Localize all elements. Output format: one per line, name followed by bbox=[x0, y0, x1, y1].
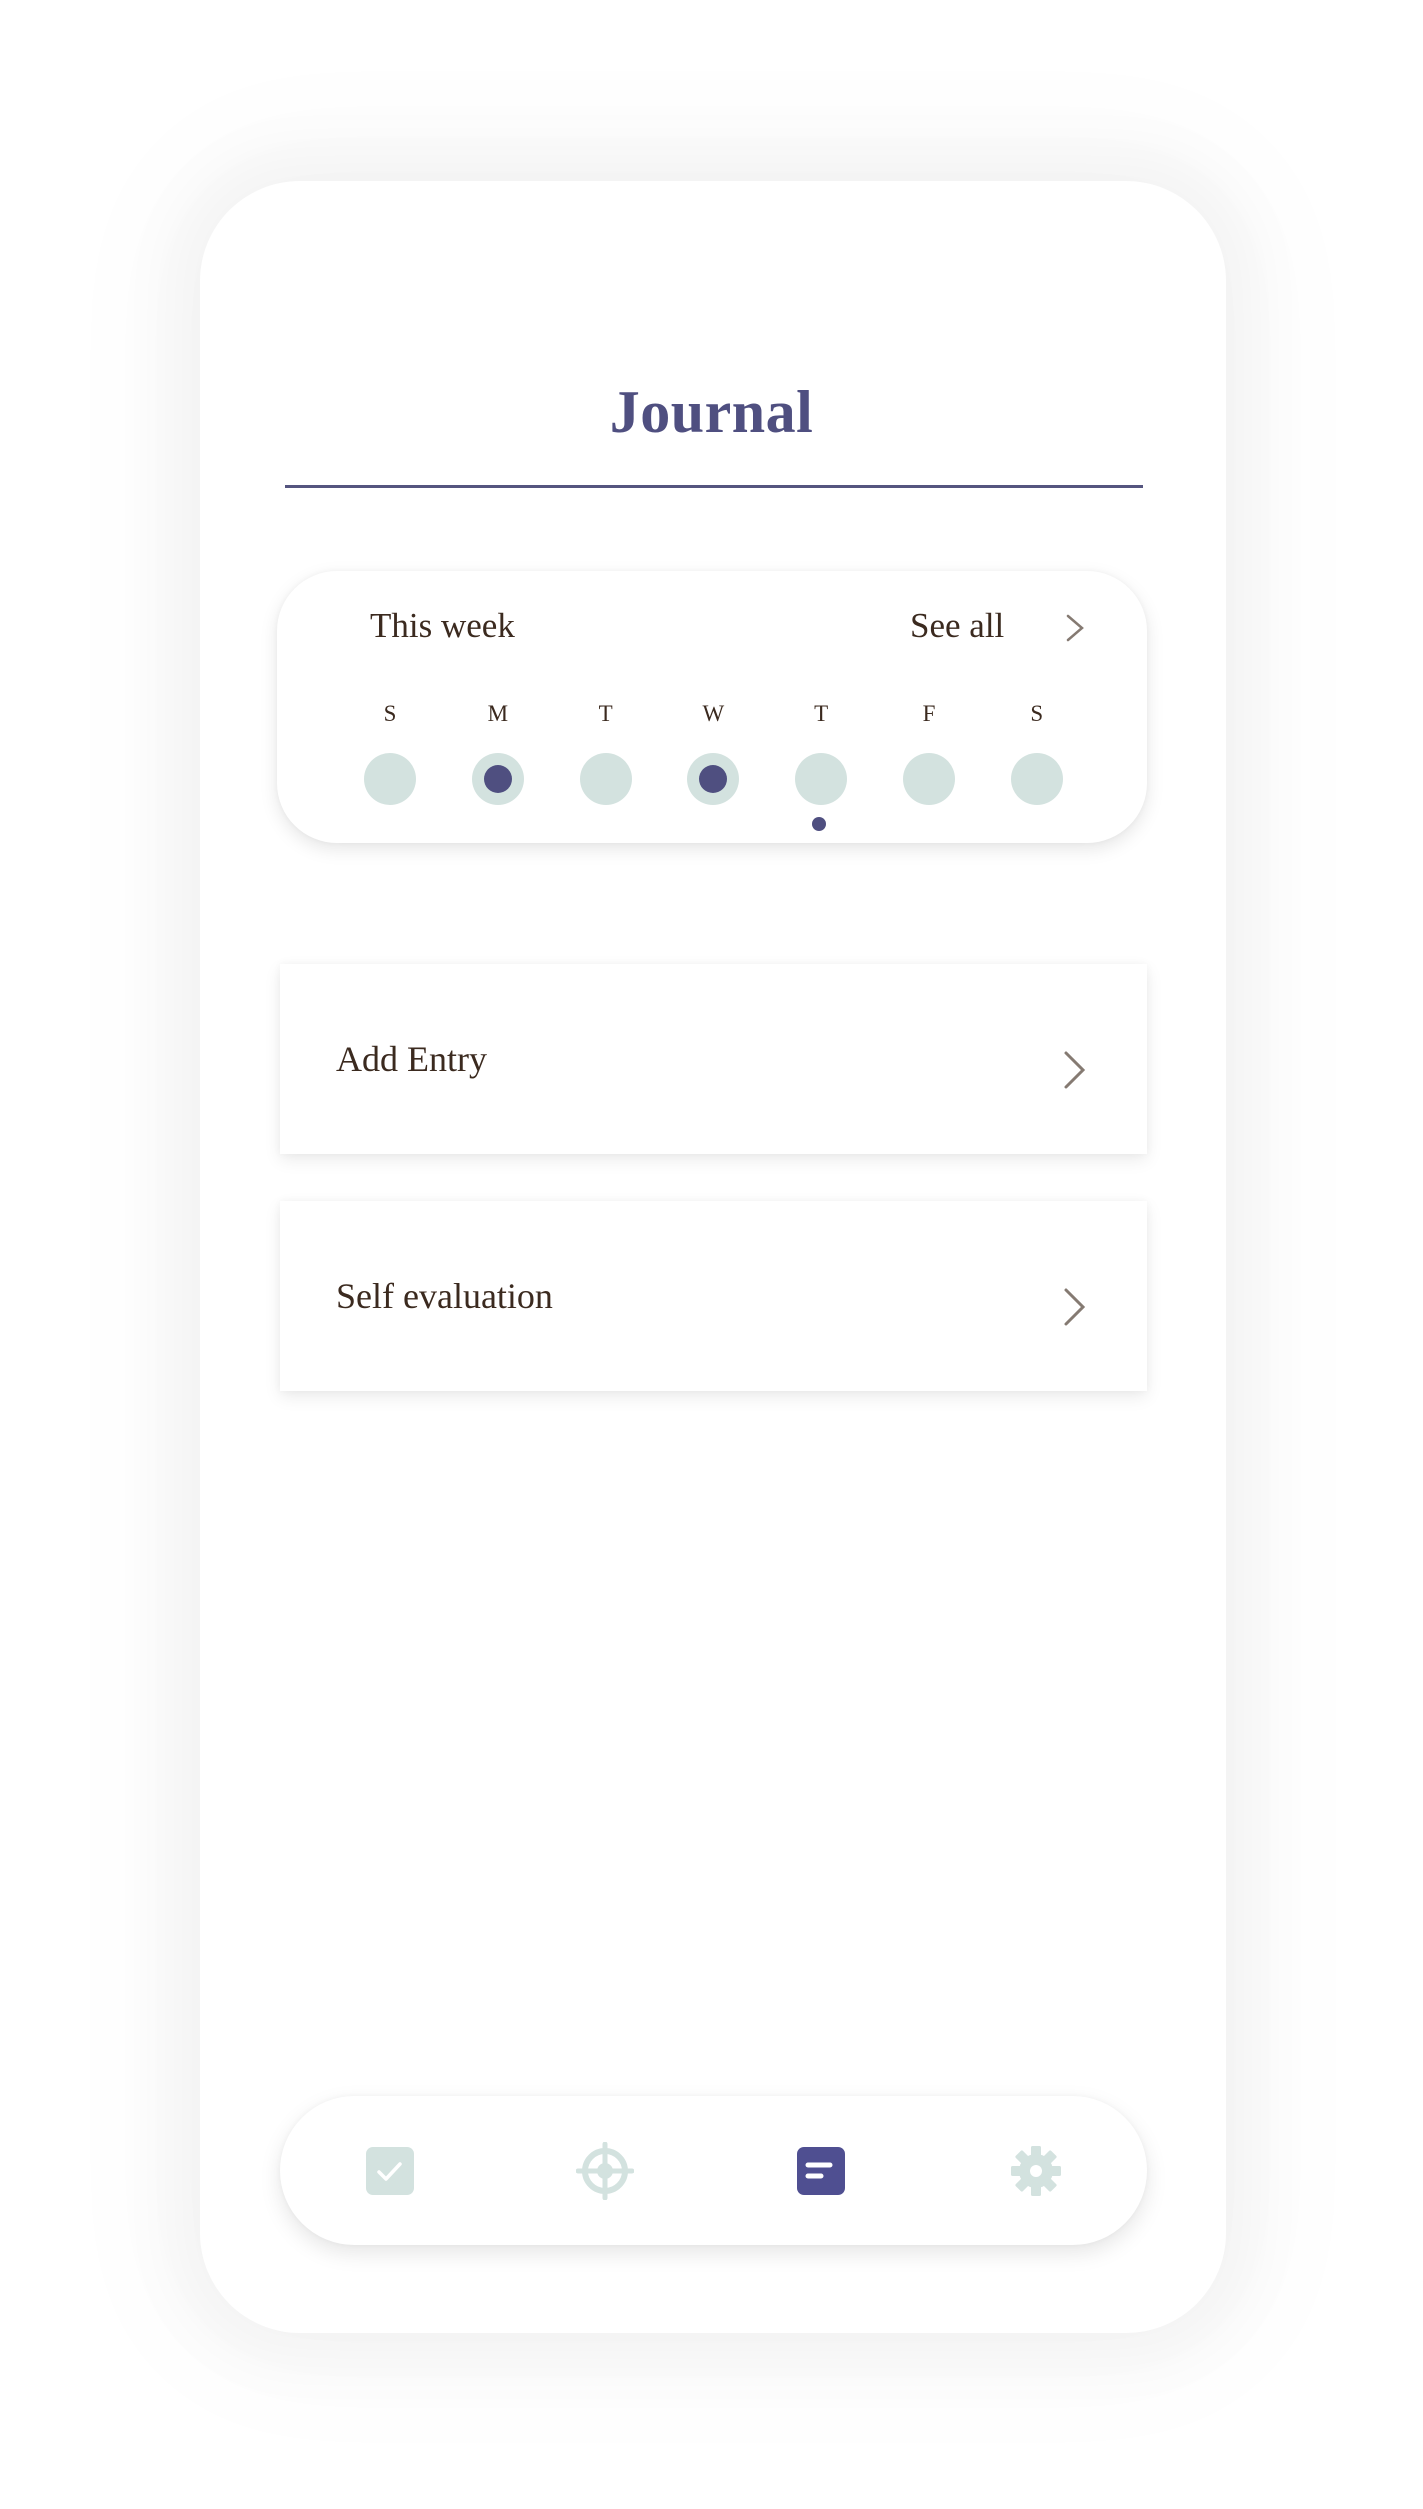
nav-item-journal[interactable] bbox=[791, 2141, 851, 2201]
day-circle[interactable] bbox=[795, 753, 848, 805]
day-label: M bbox=[487, 701, 509, 726]
page-title: Journal bbox=[609, 379, 814, 445]
day-circle[interactable] bbox=[579, 753, 632, 805]
day-label: S bbox=[383, 701, 397, 726]
day-label: T bbox=[814, 701, 829, 726]
week-title: This week bbox=[370, 606, 515, 645]
day-label: S bbox=[1030, 701, 1044, 726]
chevron-right-icon bbox=[1064, 1051, 1086, 1089]
journal-icon bbox=[797, 2147, 845, 2195]
nav-item-tasks[interactable] bbox=[360, 2141, 420, 2201]
day-circle[interactable] bbox=[687, 753, 740, 805]
week-card: This week See all S M T W T F S bbox=[277, 571, 1147, 843]
chevron-right-icon bbox=[1064, 1288, 1086, 1326]
checkbox-icon bbox=[366, 2147, 414, 2195]
entry-indicator bbox=[699, 765, 728, 793]
day-circle[interactable] bbox=[1010, 753, 1063, 805]
chevron-right-icon[interactable] bbox=[1063, 613, 1087, 643]
self-evaluation-button[interactable]: Self evaluation bbox=[280, 1201, 1147, 1391]
bottom-nav bbox=[280, 2096, 1147, 2245]
day-label: T bbox=[598, 701, 613, 726]
day-circle[interactable] bbox=[471, 753, 524, 805]
day-label: W bbox=[702, 701, 725, 726]
day-circle[interactable] bbox=[903, 753, 955, 805]
add-entry-button[interactable]: Add Entry bbox=[280, 964, 1147, 1154]
target-icon bbox=[576, 2142, 634, 2200]
entry-indicator bbox=[483, 765, 512, 793]
day-label: F bbox=[922, 701, 936, 726]
today-indicator bbox=[812, 817, 827, 831]
gear-icon bbox=[1011, 2146, 1061, 2196]
nav-item-settings[interactable] bbox=[1006, 2141, 1066, 2201]
title-divider bbox=[285, 485, 1143, 488]
see-all-link[interactable]: See all bbox=[910, 601, 1004, 651]
day-circle[interactable] bbox=[364, 753, 416, 805]
add-entry-label: Add Entry bbox=[336, 1039, 487, 1079]
nav-item-goals[interactable] bbox=[575, 2141, 635, 2201]
self-evaluation-label: Self evaluation bbox=[336, 1276, 553, 1316]
